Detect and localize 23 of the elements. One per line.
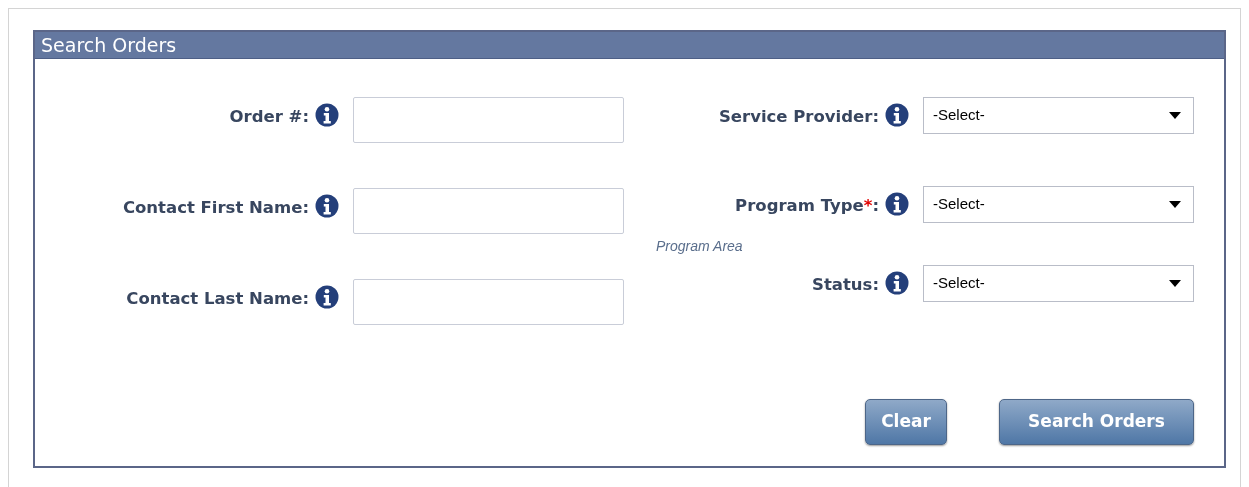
- field-label: Program Type*:: [734, 195, 879, 217]
- select-dropdown[interactable]: -Select-: [923, 265, 1194, 302]
- select-dropdown[interactable]: -Select-: [923, 97, 1194, 134]
- field-hint: Program Area: [656, 239, 743, 253]
- info-icon[interactable]: [885, 271, 909, 295]
- field-label: Service Provider:: [717, 106, 879, 128]
- field-label: Contact First Name:: [121, 197, 309, 219]
- field-label: Order #:: [228, 106, 309, 128]
- field-label: Contact Last Name:: [125, 288, 309, 310]
- info-icon[interactable]: [315, 194, 339, 218]
- panel-title: Search Orders: [41, 35, 177, 55]
- select-dropdown[interactable]: -Select-: [923, 186, 1194, 223]
- text-input[interactable]: [353, 279, 624, 325]
- caret-icon: [1169, 112, 1181, 119]
- text-input[interactable]: [353, 188, 624, 234]
- caret-icon: [1169, 201, 1181, 208]
- info-icon[interactable]: [885, 103, 909, 127]
- info-icon[interactable]: [315, 103, 339, 127]
- text-input[interactable]: [353, 97, 624, 143]
- info-icon[interactable]: [315, 285, 339, 309]
- caret-icon: [1169, 280, 1181, 287]
- field-label: Status:: [811, 274, 879, 296]
- info-icon[interactable]: [885, 192, 909, 216]
